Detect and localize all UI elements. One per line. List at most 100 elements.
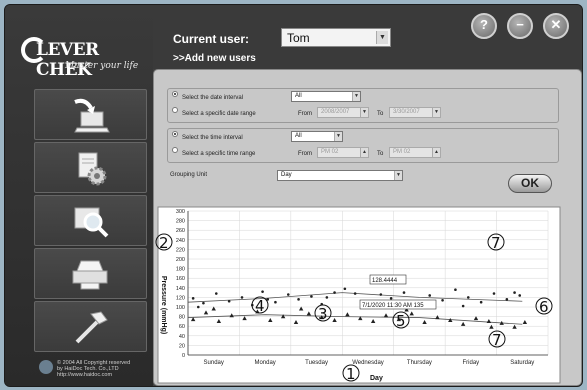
- series-1-point: [343, 287, 347, 291]
- date-filter-group: Select the date interval All ▼ Select a …: [167, 88, 559, 123]
- series-1-point: [479, 300, 483, 304]
- date-from-label: From: [298, 111, 312, 117]
- chevron-down-icon[interactable]: ▼: [360, 108, 368, 117]
- callout-2-text: 2: [159, 234, 169, 252]
- date-from-value: 2008/2007: [321, 109, 350, 115]
- chevron-down-icon[interactable]: ▼: [334, 132, 342, 141]
- help-icon: ?: [480, 17, 488, 32]
- x-tick-label: Wednesday: [352, 360, 384, 366]
- header: Current user: Tom ▼ >>Add new users ? − …: [153, 5, 582, 69]
- x-tick-label: Tuesday: [305, 360, 328, 366]
- series-1-point: [513, 291, 516, 294]
- add-user-link[interactable]: >>Add new users: [173, 53, 256, 64]
- date-interval-value: All: [295, 93, 302, 99]
- y-tick-label: 280: [176, 219, 185, 225]
- minimize-icon: −: [516, 17, 524, 32]
- main-panel: Select the date interval All ▼ Select a …: [153, 69, 582, 386]
- callout-6-text: 6: [539, 298, 549, 316]
- grouping-unit-select[interactable]: Day ▼: [277, 170, 403, 181]
- chart-svg: 0 20 40 60 80 100 120 140 160 180 200 220 240 260 280 3…: [155, 206, 561, 384]
- logo-text: LEVER CHEK: [36, 40, 99, 80]
- series-1-point: [310, 295, 313, 298]
- y-tick-label: 180: [176, 267, 185, 273]
- time-interval-radio[interactable]: [172, 131, 178, 137]
- series-1-point: [492, 292, 496, 295]
- y-tick-label: 220: [176, 247, 185, 253]
- chevron-down-icon[interactable]: ▼: [432, 108, 440, 117]
- series-1-point: [353, 292, 357, 295]
- time-range-row: Select a specific time range From PM 02 …: [172, 147, 441, 162]
- series-1-point: [402, 291, 406, 294]
- x-tick-label: Thursday: [407, 360, 432, 366]
- app-window: LEVER CHEK Master your life © 2004 All C…: [4, 4, 583, 387]
- time-from-label: From: [298, 151, 312, 157]
- pressure-chart: 0 20 40 60 80 100 120 140 160 180 200 220 240 260 280 3…: [154, 205, 582, 386]
- data-label: 128.4444: [372, 278, 398, 284]
- user-select[interactable]: Tom ▼: [281, 28, 391, 47]
- nav-item-print[interactable]: [34, 248, 147, 299]
- series-1-point: [297, 298, 300, 301]
- time-to-label: To: [377, 151, 384, 157]
- time-range-radio[interactable]: [172, 147, 178, 153]
- series-1-point: [333, 291, 336, 294]
- minimize-button[interactable]: −: [507, 13, 533, 39]
- spinner-icon[interactable]: ▲: [360, 148, 368, 157]
- y-tick-label: 20: [179, 343, 185, 349]
- hammer-icon: [75, 311, 108, 344]
- help-button[interactable]: ?: [471, 13, 497, 39]
- series-1-point: [441, 298, 444, 302]
- callout-5-text: 5: [396, 312, 406, 330]
- series-1-point: [379, 293, 383, 296]
- y-tick-label: 240: [176, 238, 185, 244]
- series-1-point: [325, 296, 329, 299]
- callout-1-text: 1: [346, 365, 356, 383]
- y-tick-label: 0: [182, 353, 185, 359]
- logo-tagline: Master your life: [65, 61, 139, 71]
- series-1-point: [196, 305, 200, 309]
- y-tick-label: 100: [176, 305, 185, 311]
- date-to-field[interactable]: 3/30/2007 ▼: [389, 107, 441, 118]
- spinner-icon[interactable]: ▲: [432, 148, 440, 157]
- series-1-point: [261, 290, 264, 293]
- series-1-point: [227, 299, 231, 303]
- series-1-point: [286, 293, 290, 296]
- nav-item-download[interactable]: [34, 89, 147, 140]
- ok-button[interactable]: OK: [508, 174, 552, 193]
- document-gear-icon: [78, 152, 107, 186]
- globe-icon: [39, 360, 53, 374]
- user-select-value: Tom: [287, 31, 310, 45]
- y-tick-label: 80: [179, 315, 185, 321]
- chevron-down-icon[interactable]: ▼: [394, 171, 402, 180]
- nav-item-search[interactable]: [34, 195, 147, 246]
- date-range-radio[interactable]: [172, 107, 178, 113]
- chevron-down-icon[interactable]: ▼: [352, 92, 360, 101]
- date-interval-radio[interactable]: [172, 91, 178, 97]
- y-tick-label: 140: [176, 286, 185, 292]
- close-button[interactable]: ✕: [543, 13, 569, 39]
- callout-7-lower-text: 7: [492, 331, 502, 349]
- y-tick-label: 160: [176, 276, 185, 282]
- series-1-point: [428, 294, 432, 297]
- series-1-point: [518, 294, 522, 297]
- nav-item-tools[interactable]: [34, 301, 147, 352]
- x-tick-label: Saturday: [510, 360, 534, 366]
- callout-4-text: 4: [255, 297, 265, 315]
- x-tick-label: Monday: [254, 360, 275, 366]
- data-label: 7/1/2020 11:30 AM 135: [362, 303, 424, 309]
- date-to-value: 3/30/2007: [393, 109, 420, 115]
- current-user-label: Current user:: [173, 32, 250, 46]
- series-1-point: [191, 297, 195, 300]
- nav-item-settings[interactable]: [34, 142, 147, 193]
- time-from-field[interactable]: PM 02 ▲: [317, 147, 369, 158]
- date-from-field[interactable]: 2008/2007 ▼: [317, 107, 369, 118]
- time-from-value: PM 02: [321, 149, 339, 155]
- time-to-field[interactable]: PM 02 ▲: [389, 147, 441, 158]
- date-interval-label: Select the date interval: [182, 95, 244, 101]
- close-icon: ✕: [550, 17, 562, 32]
- date-interval-select[interactable]: All ▼: [291, 91, 361, 102]
- time-interval-value: All: [295, 133, 302, 139]
- time-interval-select[interactable]: All ▼: [291, 131, 343, 142]
- time-interval-row: Select the time interval All ▼: [172, 131, 343, 146]
- chevron-down-icon[interactable]: ▼: [376, 31, 388, 44]
- y-tick-label: 300: [176, 209, 185, 215]
